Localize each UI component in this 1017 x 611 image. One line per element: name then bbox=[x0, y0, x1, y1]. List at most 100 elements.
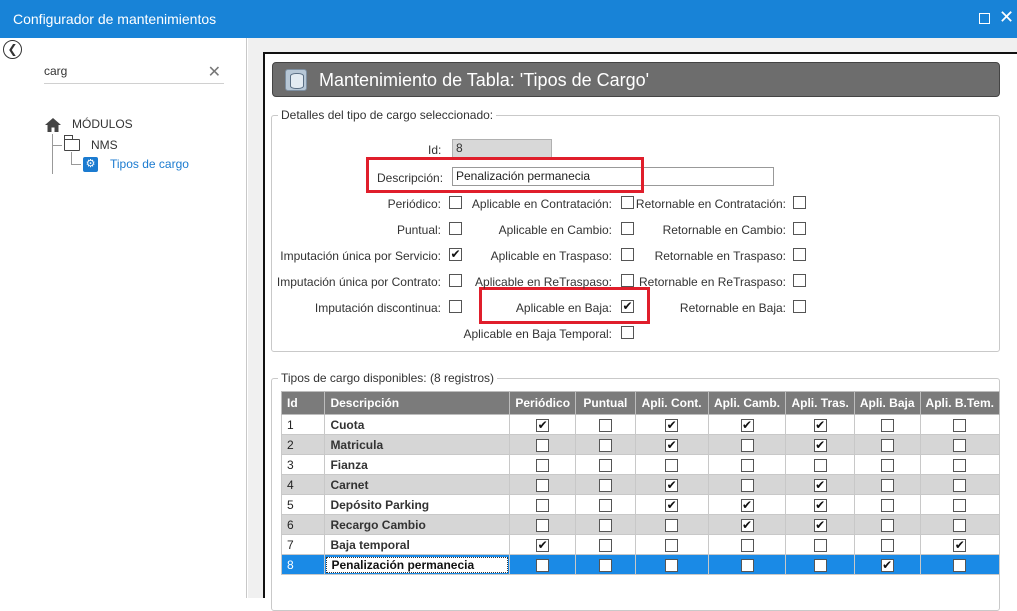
grid-checkbox[interactable]: ✔ bbox=[813, 518, 827, 532]
checkbox[interactable] bbox=[793, 274, 806, 287]
column-header[interactable]: Apli. Camb. bbox=[707, 391, 787, 415]
close-button[interactable]: ✕ bbox=[999, 7, 1014, 27]
grid-checkbox[interactable] bbox=[665, 558, 679, 572]
table-row[interactable]: 3 Fianza bbox=[280, 454, 1001, 475]
grid-checkbox[interactable] bbox=[536, 438, 550, 452]
grid-checkbox[interactable] bbox=[880, 518, 894, 532]
column-header[interactable]: Periódico bbox=[509, 391, 577, 415]
grid-checkbox[interactable] bbox=[953, 558, 967, 572]
grid-checkbox[interactable] bbox=[880, 458, 894, 472]
grid-checkbox[interactable] bbox=[740, 438, 754, 452]
table-row[interactable]: 8 Penalización permanecia ✔ bbox=[280, 554, 1001, 575]
search-input[interactable] bbox=[44, 64, 194, 78]
grid-checkbox[interactable] bbox=[598, 458, 612, 472]
maximize-button[interactable] bbox=[979, 13, 990, 24]
grid-checkbox[interactable] bbox=[740, 478, 754, 492]
table-row[interactable]: 7 Baja temporal ✔ ✔ bbox=[280, 534, 1001, 555]
cell-flag bbox=[509, 514, 577, 535]
checkbox[interactable]: ✔ bbox=[621, 300, 634, 313]
checkbox[interactable] bbox=[449, 222, 462, 235]
grid-checkbox[interactable] bbox=[953, 418, 967, 432]
grid-checkbox[interactable] bbox=[598, 558, 612, 572]
checkbox[interactable] bbox=[449, 274, 462, 287]
grid-checkbox[interactable] bbox=[598, 498, 612, 512]
grid-checkbox[interactable] bbox=[813, 538, 827, 552]
grid-checkbox[interactable] bbox=[740, 558, 754, 572]
grid-checkbox[interactable]: ✔ bbox=[536, 538, 550, 552]
checkbox[interactable] bbox=[621, 248, 634, 261]
grid-checkbox[interactable] bbox=[880, 538, 894, 552]
grid-checkbox[interactable]: ✔ bbox=[813, 478, 827, 492]
grid-checkbox[interactable] bbox=[953, 478, 967, 492]
grid-checkbox[interactable] bbox=[598, 538, 612, 552]
grid-checkbox[interactable] bbox=[813, 458, 827, 472]
checkbox[interactable] bbox=[621, 326, 634, 339]
checkbox-label: Aplicable en ReTraspaso: bbox=[475, 275, 612, 289]
checkbox[interactable] bbox=[793, 196, 806, 209]
tree-item-tipos-de-cargo[interactable]: Tipos de cargo bbox=[110, 157, 189, 171]
grid-checkbox[interactable] bbox=[880, 498, 894, 512]
table-row[interactable]: 4 Carnet ✔ ✔ bbox=[280, 474, 1001, 495]
grid-checkbox[interactable] bbox=[953, 458, 967, 472]
grid-checkbox[interactable] bbox=[665, 518, 679, 532]
grid-checkbox[interactable]: ✔ bbox=[953, 538, 967, 552]
checkbox[interactable]: ✔ bbox=[449, 248, 462, 261]
grid-checkbox[interactable] bbox=[536, 518, 550, 532]
column-header[interactable]: Descripción bbox=[324, 391, 511, 415]
tree-item-modulos[interactable]: MÓDULOS bbox=[72, 117, 133, 131]
grid-checkbox[interactable]: ✔ bbox=[665, 418, 679, 432]
grid-checkbox[interactable] bbox=[536, 558, 550, 572]
grid-checkbox[interactable] bbox=[536, 478, 550, 492]
grid-checkbox[interactable]: ✔ bbox=[813, 498, 827, 512]
grid-checkbox[interactable] bbox=[953, 518, 967, 532]
grid-checkbox[interactable]: ✔ bbox=[665, 498, 679, 512]
column-header[interactable]: Apli. Tras. bbox=[785, 391, 855, 415]
tree-item-nms[interactable]: NMS bbox=[91, 138, 118, 152]
grid-checkbox[interactable] bbox=[536, 458, 550, 472]
grid-checkbox[interactable] bbox=[740, 538, 754, 552]
column-header[interactable]: Id bbox=[280, 391, 326, 415]
grid-checkbox[interactable] bbox=[665, 538, 679, 552]
grid-checkbox[interactable]: ✔ bbox=[740, 498, 754, 512]
grid-checkbox[interactable] bbox=[880, 478, 894, 492]
grid-checkbox[interactable] bbox=[813, 558, 827, 572]
checkbox[interactable] bbox=[449, 300, 462, 313]
grid-checkbox[interactable]: ✔ bbox=[536, 418, 550, 432]
grid-checkbox[interactable] bbox=[880, 418, 894, 432]
grid-checkbox[interactable]: ✔ bbox=[813, 438, 827, 452]
table-row[interactable]: 1 Cuota ✔ ✔ ✔ ✔ bbox=[280, 414, 1001, 435]
grid-checkbox[interactable]: ✔ bbox=[740, 418, 754, 432]
back-arrow-icon[interactable]: ❮ bbox=[3, 40, 22, 59]
checkbox[interactable] bbox=[621, 274, 634, 287]
grid-checkbox[interactable] bbox=[665, 458, 679, 472]
grid-checkbox[interactable]: ✔ bbox=[880, 558, 894, 572]
grid-checkbox[interactable] bbox=[598, 438, 612, 452]
clear-search-icon[interactable]: ✕ bbox=[208, 62, 221, 82]
grid-checkbox[interactable] bbox=[880, 438, 894, 452]
checkbox[interactable] bbox=[793, 248, 806, 261]
grid-checkbox[interactable]: ✔ bbox=[813, 418, 827, 432]
column-header[interactable]: Apli. B.Tem. bbox=[919, 391, 1001, 415]
grid-checkbox[interactable]: ✔ bbox=[665, 438, 679, 452]
grid-checkbox[interactable] bbox=[536, 498, 550, 512]
checkbox[interactable] bbox=[793, 222, 806, 235]
table-row[interactable]: 2 Matricula ✔ ✔ bbox=[280, 434, 1001, 455]
checkbox[interactable] bbox=[621, 196, 634, 209]
grid-checkbox[interactable] bbox=[598, 478, 612, 492]
checkbox[interactable] bbox=[793, 300, 806, 313]
grid-checkbox[interactable] bbox=[740, 458, 754, 472]
checkbox[interactable] bbox=[449, 196, 462, 209]
grid-checkbox[interactable] bbox=[598, 418, 612, 432]
grid-checkbox[interactable]: ✔ bbox=[665, 478, 679, 492]
checkbox[interactable] bbox=[621, 222, 634, 235]
column-header[interactable]: Apli. Baja bbox=[853, 391, 921, 415]
grid-checkbox[interactable] bbox=[953, 498, 967, 512]
grid-checkbox[interactable] bbox=[953, 438, 967, 452]
grid-checkbox[interactable] bbox=[598, 518, 612, 532]
table-row[interactable]: 5 Depósito Parking ✔ ✔ ✔ bbox=[280, 494, 1001, 515]
grid-checkbox[interactable]: ✔ bbox=[740, 518, 754, 532]
id-field[interactable]: 8 bbox=[452, 139, 552, 158]
column-header[interactable]: Apli. Cont. bbox=[634, 391, 709, 415]
table-row[interactable]: 6 Recargo Cambio ✔ ✔ bbox=[280, 514, 1001, 535]
column-header[interactable]: Puntual bbox=[575, 391, 636, 415]
